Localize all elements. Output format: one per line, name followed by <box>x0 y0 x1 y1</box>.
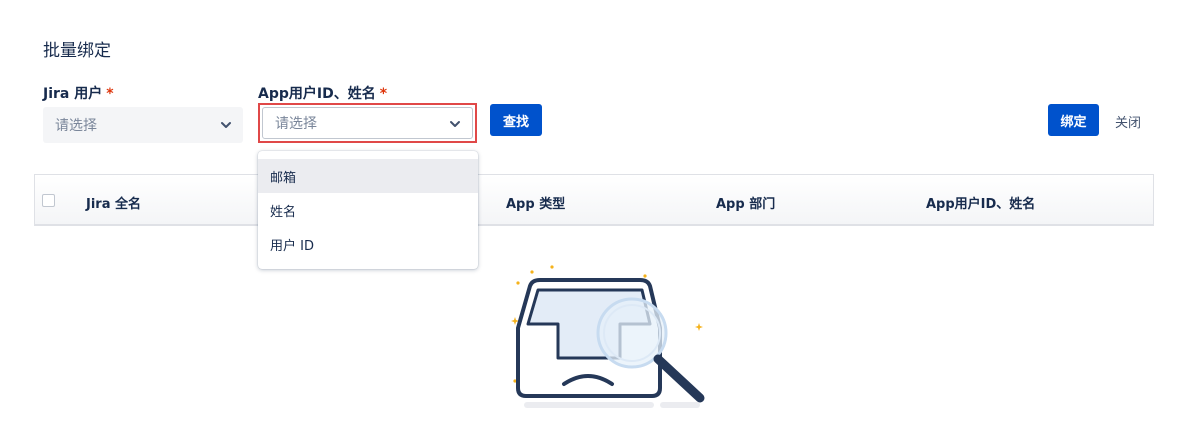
app-user-select[interactable]: 请选择 <box>262 107 473 139</box>
page-title: 批量绑定 <box>43 41 111 61</box>
jira-user-select-placeholder: 请选择 <box>55 118 97 134</box>
required-mark: * <box>106 86 114 102</box>
column-header-app-department: App 部门 <box>716 197 776 212</box>
app-user-label-text: App用户ID、姓名 <box>258 86 376 102</box>
search-button[interactable]: 查找 <box>490 104 542 136</box>
dropdown-option-name[interactable]: 姓名 <box>258 193 478 227</box>
app-user-label: App用户ID、姓名 * <box>258 83 387 103</box>
column-header-app-user: App用户ID、姓名 <box>926 197 1036 212</box>
app-user-dropdown-menu: 邮箱 姓名 用户 ID <box>258 151 478 269</box>
select-all-checkbox[interactable] <box>42 194 55 207</box>
required-mark: * <box>379 86 388 102</box>
column-header-app-type: App 类型 <box>506 197 566 212</box>
chevron-down-icon <box>450 121 460 127</box>
table-header: Jira 全名 App 类型 App 部门 App用户ID、姓名 <box>34 174 1154 226</box>
app-user-select-placeholder: 请选择 <box>275 116 317 132</box>
close-button[interactable]: 关闭 <box>1115 112 1141 131</box>
empty-box-magnifier-illustration <box>511 265 705 408</box>
dropdown-option-email[interactable]: 邮箱 <box>258 159 478 193</box>
dropdown-option-user-id[interactable]: 用户 ID <box>258 227 478 261</box>
chevron-down-icon <box>221 122 231 128</box>
jira-user-label: Jira 用户 * <box>43 83 114 103</box>
column-header-jira-fullname: Jira 全名 <box>86 197 142 212</box>
bind-button[interactable]: 绑定 <box>1048 104 1099 136</box>
jira-user-label-text: Jira 用户 <box>43 86 103 102</box>
jira-user-select[interactable]: 请选择 <box>43 107 243 143</box>
